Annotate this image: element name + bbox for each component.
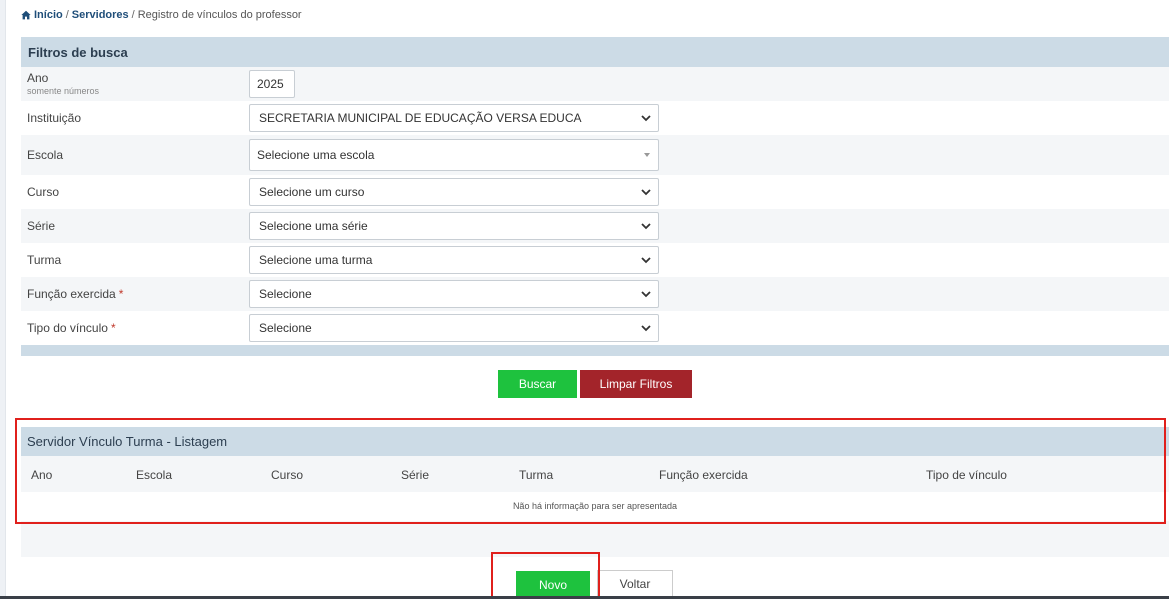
instituicao-select[interactable]: SECRETARIA MUNICIPAL DE EDUCAÇÃO VERSA E… xyxy=(249,104,659,132)
chevron-down-icon xyxy=(641,291,651,298)
novo-button[interactable]: Novo xyxy=(516,571,590,598)
col-tipo: Tipo de vínculo xyxy=(926,468,1007,482)
home-icon xyxy=(21,10,31,20)
col-funcao: Função exercida xyxy=(659,468,748,482)
row-serie: Série Selecione uma série xyxy=(21,209,1169,243)
serie-select[interactable]: Selecione uma série xyxy=(249,212,659,240)
col-serie: Série xyxy=(401,468,430,482)
breadcrumb-servidores-link[interactable]: Servidores xyxy=(72,9,129,21)
escola-select[interactable]: Selecione uma escola xyxy=(249,139,659,171)
empty-message: Não há informação para ser apresentada xyxy=(21,492,1169,519)
row-ano: Ano somente números xyxy=(21,67,1169,101)
row-escola: Escola Selecione uma escola xyxy=(21,135,1169,175)
curso-select[interactable]: Selecione um curso xyxy=(249,178,659,206)
breadcrumb-separator: / xyxy=(65,9,69,21)
chevron-down-icon xyxy=(641,325,651,332)
filters-panel: Filtros de busca Ano somente números Ins… xyxy=(21,37,1169,356)
escola-label: Escola xyxy=(27,148,64,162)
left-edge xyxy=(0,0,6,599)
listing-footer xyxy=(21,521,1169,557)
funcao-select[interactable]: Selecione xyxy=(249,280,659,308)
buscar-button[interactable]: Buscar xyxy=(498,370,577,398)
funcao-label: Função exercida * xyxy=(27,287,124,301)
curso-label: Curso xyxy=(27,185,60,199)
row-curso: Curso Selecione um curso xyxy=(21,175,1169,209)
voltar-button[interactable]: Voltar xyxy=(597,570,673,598)
col-escola: Escola xyxy=(136,468,173,482)
ano-hint: somente números xyxy=(27,85,100,96)
row-instituicao: Instituição SECRETARIA MUNICIPAL DE EDUC… xyxy=(21,101,1169,135)
chevron-down-icon xyxy=(641,115,651,122)
col-ano: Ano xyxy=(31,468,53,482)
col-curso: Curso xyxy=(271,468,304,482)
ano-label: Ano somente números xyxy=(27,71,249,96)
breadcrumb-current: Registro de vínculos do professor xyxy=(137,9,302,21)
chevron-down-icon xyxy=(641,189,651,196)
turma-label: Turma xyxy=(27,253,62,267)
chevron-down-icon xyxy=(641,223,651,230)
listing-header: Servidor Vínculo Turma - Listagem xyxy=(21,427,1169,456)
caret-down-icon xyxy=(644,153,650,157)
listing-panel: Servidor Vínculo Turma - Listagem Ano Es… xyxy=(21,427,1169,557)
required-marker: * xyxy=(110,321,116,335)
filters-header: Filtros de busca xyxy=(21,37,1169,67)
turma-select[interactable]: Selecione uma turma xyxy=(249,246,659,274)
filters-footer xyxy=(21,345,1169,356)
chevron-down-icon xyxy=(641,257,651,264)
instituicao-label: Instituição xyxy=(27,111,82,125)
limpar-filtros-button[interactable]: Limpar Filtros xyxy=(580,370,692,398)
table-header-row: Ano Escola Curso Série Turma Função exer… xyxy=(21,456,1169,492)
tipo-label: Tipo do vínculo * xyxy=(27,321,116,335)
breadcrumb-separator: / xyxy=(131,9,135,21)
col-turma: Turma xyxy=(519,468,554,482)
tipo-select[interactable]: Selecione xyxy=(249,314,659,342)
row-turma: Turma Selecione uma turma xyxy=(21,243,1169,277)
breadcrumb-home-link[interactable]: Início xyxy=(34,9,63,21)
row-funcao: Função exercida * Selecione xyxy=(21,277,1169,311)
breadcrumb: Início / Servidores / Registro de víncul… xyxy=(21,9,302,21)
required-marker: * xyxy=(118,287,124,301)
ano-input[interactable] xyxy=(249,70,295,98)
row-tipo: Tipo do vínculo * Selecione xyxy=(21,311,1169,345)
serie-label: Série xyxy=(27,219,56,233)
